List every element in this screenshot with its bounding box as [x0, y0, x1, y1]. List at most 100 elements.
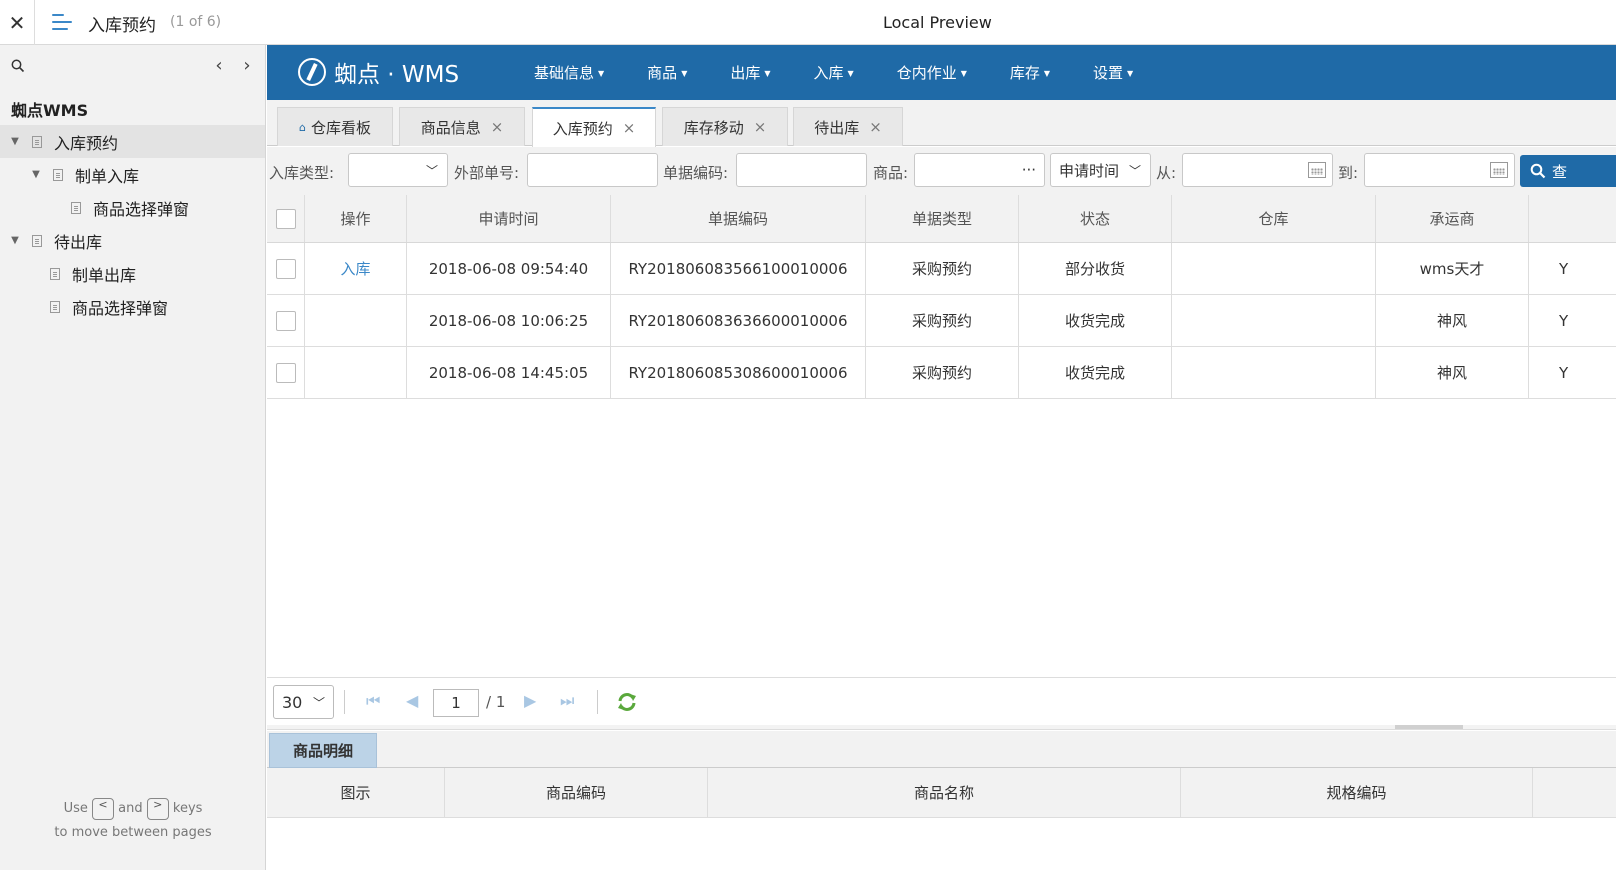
column-header[interactable]: 图示: [267, 768, 445, 817]
select-all-checkbox[interactable]: [275, 208, 296, 229]
filter-bar: 入库类型: ﹀ 外部单号: 单据编码: 商品: ··· 申请时间 ﹀ 从: 到:: [267, 147, 1616, 195]
scrollbar-thumb[interactable]: [1395, 725, 1463, 729]
next-page-icon[interactable]: ▶: [524, 691, 536, 710]
date-from-input[interactable]: [1182, 153, 1333, 187]
grid-header: 操作 申请时间 单据编码 单据类型 状态 仓库 承运商: [267, 195, 1616, 243]
nav-goods[interactable]: 商品 ▼: [647, 62, 687, 83]
column-header[interactable]: 仓库: [1172, 195, 1376, 242]
tab-goods-detail[interactable]: 商品明细: [269, 733, 377, 768]
row-checkbox[interactable]: [275, 362, 296, 383]
menu-icon[interactable]: [52, 13, 72, 31]
nav-inbound[interactable]: 入库 ▼: [814, 62, 854, 83]
tree-item-make-outbound[interactable]: 制单出库: [0, 257, 265, 290]
goods-label: 商品:: [873, 164, 909, 182]
viewer-topbar: ✕ 入库预约 (1 of 6) Local Preview: [0, 0, 1616, 45]
app-logo[interactable]: 蜘点 · WMS: [298, 55, 459, 89]
date-to-input[interactable]: [1364, 153, 1515, 187]
column-header[interactable]: 承运商: [1376, 195, 1529, 242]
search-button[interactable]: 查: [1520, 155, 1616, 187]
nav-inventory[interactable]: 库存 ▼: [1010, 62, 1050, 83]
page-number-input[interactable]: 1: [433, 689, 479, 717]
nav-settings[interactable]: 设置 ▼: [1093, 62, 1133, 83]
tab-inbound-reservation[interactable]: 入库预约 ×: [532, 107, 656, 147]
close-icon[interactable]: ×: [623, 119, 636, 137]
doc-type-cell: 采购预约: [866, 295, 1019, 346]
close-icon[interactable]: ×: [754, 118, 767, 136]
preview-title: Local Preview: [883, 13, 992, 32]
nav-basic-info[interactable]: 基础信息 ▼: [534, 62, 604, 83]
column-header[interactable]: 商品名称: [708, 768, 1181, 817]
table-row[interactable]: 入库 2018-06-08 09:54:40 RY201806083566100…: [267, 243, 1616, 295]
calendar-icon[interactable]: [1490, 162, 1508, 178]
doc-code-input[interactable]: [736, 153, 867, 187]
goods-picker[interactable]: ···: [914, 153, 1045, 187]
inbound-action-link[interactable]: 入库: [305, 243, 407, 294]
page-counter: (1 of 6): [170, 14, 222, 30]
doc-type-cell: 采购预约: [866, 347, 1019, 398]
close-icon[interactable]: ✕: [0, 0, 35, 45]
caret-down-icon: ▼: [1043, 69, 1051, 78]
expand-triangle-icon[interactable]: ▼: [31, 169, 41, 180]
close-icon[interactable]: ×: [491, 118, 504, 136]
external-no-label: 外部单号:: [454, 164, 520, 182]
page-size-select[interactable]: 30 ﹀: [273, 685, 334, 719]
column-header[interactable]: 商品编码: [445, 768, 708, 817]
tree-item-goods-popup-2[interactable]: 商品选择弹窗: [0, 290, 265, 323]
search-icon[interactable]: [11, 59, 25, 73]
column-header[interactable]: 单据编码: [611, 195, 866, 242]
pager-divider: [597, 690, 598, 714]
tab-bar: ⌂ 仓库看板 商品信息 × 入库预约 × 库存移动 × 待出库 ×: [267, 100, 1616, 147]
caret-down-icon: ▼: [960, 69, 967, 78]
nav-outbound[interactable]: 出库 ▼: [730, 62, 770, 83]
first-page-icon[interactable]: ⏮: [366, 691, 380, 711]
expand-triangle-icon[interactable]: ▼: [10, 136, 20, 147]
tree-item-pending-outbound[interactable]: ▼ 待出库: [0, 224, 265, 257]
column-header[interactable]: 单据类型: [866, 195, 1019, 242]
tab-warehouse-board[interactable]: ⌂ 仓库看板: [277, 107, 393, 146]
tree-root-label: 蜘点WMS: [11, 101, 89, 120]
last-page-icon[interactable]: ⏭: [560, 691, 574, 711]
logo-icon: [298, 58, 326, 86]
expand-triangle-icon[interactable]: ▼: [10, 235, 20, 246]
external-no-input[interactable]: [527, 153, 658, 187]
table-row[interactable]: 2018-06-08 10:06:25 RY201806083636600010…: [267, 295, 1616, 347]
column-header[interactable]: 规格编码: [1181, 768, 1533, 817]
tab-pending-outbound[interactable]: 待出库 ×: [793, 107, 903, 146]
calendar-icon[interactable]: [1308, 162, 1326, 178]
close-icon[interactable]: ×: [869, 118, 882, 136]
page-total: / 1: [486, 693, 506, 711]
chevron-left-icon[interactable]: ‹: [210, 55, 228, 76]
caret-down-icon: ▼: [764, 69, 771, 78]
inbound-type-select[interactable]: ﹀: [348, 153, 448, 187]
refresh-icon[interactable]: [616, 692, 638, 712]
column-header[interactable]: 操作: [305, 195, 407, 242]
prev-page-icon[interactable]: ◀: [406, 691, 418, 710]
column-header[interactable]: 状态: [1019, 195, 1172, 242]
page-title: 入库预约: [88, 16, 156, 36]
chevron-right-icon[interactable]: ›: [238, 55, 256, 76]
warehouse-cell: [1172, 243, 1376, 294]
tree-item-make-inbound[interactable]: ▼ 制单入库: [0, 158, 265, 191]
pager-divider: [344, 690, 345, 714]
inbound-action-link: [305, 347, 407, 398]
home-icon: ⌂: [299, 120, 306, 134]
wms-app: 蜘点 · WMS 基础信息 ▼ 商品 ▼ 出库 ▼ 入库 ▼ 仓内作业 ▼ 库存 ▼ 设置 ▼…: [267, 45, 1616, 870]
column-header[interactable]: 申请时间: [407, 195, 611, 242]
from-label: 从:: [1156, 164, 1177, 182]
tree-item-inbound-reservation[interactable]: ▼ 入库预约: [0, 125, 265, 158]
more-icon[interactable]: ···: [1022, 161, 1036, 179]
doc-code-label: 单据编码:: [663, 164, 729, 182]
row-checkbox[interactable]: [275, 310, 296, 331]
table-row[interactable]: 2018-06-08 14:45:05 RY201806085308600010…: [267, 347, 1616, 399]
warehouse-cell: [1172, 295, 1376, 346]
nav-warehouse-ops[interactable]: 仓内作业 ▼: [897, 62, 967, 83]
date-field-select[interactable]: 申请时间 ﹀: [1050, 153, 1151, 187]
tree-item-label: 制单入库: [75, 166, 140, 186]
row-checkbox[interactable]: [275, 258, 296, 279]
tree-item-goods-popup[interactable]: 商品选择弹窗: [0, 191, 265, 224]
tab-goods-info[interactable]: 商品信息 ×: [399, 107, 525, 146]
logo-text: 蜘点 · WMS: [334, 62, 460, 88]
horizontal-scrollbar[interactable]: [267, 725, 1616, 730]
apply-time-cell: 2018-06-08 14:45:05: [407, 347, 611, 398]
tab-stock-move[interactable]: 库存移动 ×: [662, 107, 788, 146]
